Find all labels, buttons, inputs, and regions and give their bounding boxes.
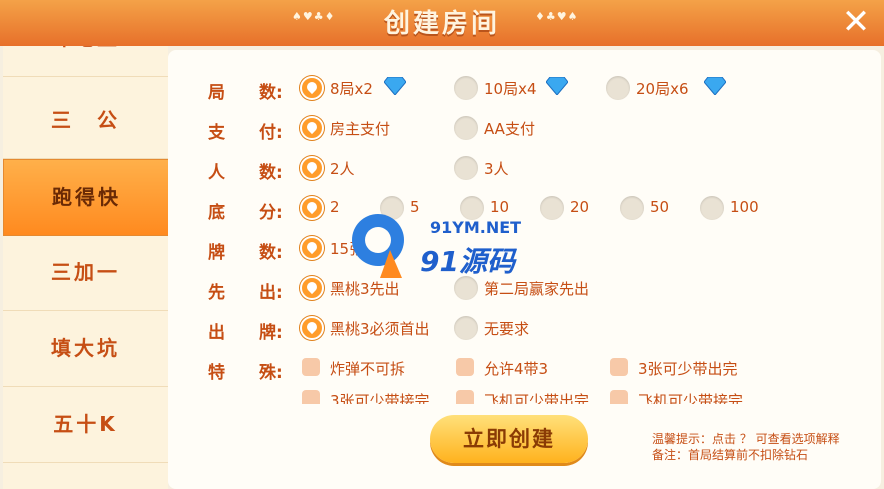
close-icon[interactable]: ✕ [838, 4, 874, 40]
radio-play-none[interactable] [454, 316, 478, 340]
label-base: 底 分: [208, 203, 283, 223]
label-rounds: 局 数: [208, 83, 283, 103]
option-four-three: 允许4带3 [484, 360, 549, 378]
label-play: 出 牌: [208, 323, 283, 343]
label-special: 特 殊: [208, 363, 283, 383]
radio-pay-owner[interactable] [300, 116, 324, 140]
radio-first-spade3[interactable] [300, 276, 324, 300]
radio-cards-15[interactable] [300, 236, 324, 260]
option-plane-out: 飞机可少带出完 [484, 392, 590, 404]
option-base-20: 20 [570, 198, 590, 216]
radio-rounds-10[interactable] [454, 76, 478, 100]
sidebar-item-wushik[interactable]: 五十K [3, 387, 168, 463]
option-pay-owner: 房主支付 [330, 120, 391, 138]
watermark: 91YM.NET 91源码 [340, 210, 540, 280]
sidebar-item-doudizhu[interactable]: 斗地主 [3, 46, 168, 77]
diamond-icon [384, 77, 406, 95]
radio-base-20[interactable] [540, 196, 564, 220]
radio-play-spade3[interactable] [300, 316, 324, 340]
radio-rounds-20[interactable] [606, 76, 630, 100]
option-rounds-10: 10局x4 [484, 80, 537, 98]
option-three-follow: 3张可少带接完 [330, 392, 430, 404]
radio-base-2[interactable] [300, 196, 324, 220]
checkbox-three-follow[interactable] [302, 390, 320, 404]
create-room-button[interactable]: 立即创建 [430, 415, 588, 463]
hint-note: 备注：首局结算前不扣除钻石 [652, 448, 809, 462]
game-sidebar: 斗地主 三 公 跑得快 三加一 填大坑 五十K [3, 46, 168, 489]
hint-tip: 温馨提示：点击 ？ 可查看选项解释 [652, 432, 840, 446]
option-base-2: 2 [330, 198, 340, 216]
option-players-2: 2人 [330, 160, 355, 178]
checkbox-plane-follow[interactable] [610, 390, 628, 404]
diamond-icon [546, 77, 568, 95]
option-base-100: 100 [730, 198, 759, 216]
checkbox-plane-out[interactable] [456, 390, 474, 404]
option-players-3: 3人 [484, 160, 509, 178]
option-bomb: 炸弹不可拆 [330, 360, 406, 378]
sidebar-item-sangong[interactable]: 三 公 [3, 83, 168, 159]
watermark-domain: 91YM.NET [430, 218, 522, 237]
label-players: 人 数: [208, 163, 283, 183]
page-title: 创建房间 [383, 9, 500, 39]
special-row-2: 3张可少带接完 飞机可少带出完 飞机可少带接完 [300, 390, 780, 404]
label-cards: 牌 数: [208, 243, 283, 263]
watermark-brand: 91源码 [420, 245, 515, 278]
checkbox-three-out[interactable] [610, 358, 628, 376]
label-pay: 支 付: [208, 123, 283, 143]
sidebar-item-paodekuai[interactable]: 跑得快 [3, 159, 168, 236]
radio-rounds-8[interactable] [300, 76, 324, 100]
option-pay-aa: AA支付 [484, 120, 535, 138]
watermark-logo-icon [352, 214, 404, 278]
sidebar-item-tiandakeng[interactable]: 填大坑 [3, 311, 168, 387]
option-rounds-20: 20局x6 [636, 80, 689, 98]
radio-players-2[interactable] [300, 156, 324, 180]
checkbox-bomb[interactable] [302, 358, 320, 376]
radio-pay-aa[interactable] [454, 116, 478, 140]
option-base-50: 50 [650, 198, 670, 216]
radio-base-50[interactable] [620, 196, 644, 220]
option-first-winner: 第二局赢家先出 [484, 280, 590, 298]
option-plane-follow: 飞机可少带接完 [638, 392, 744, 404]
diamond-icon [704, 77, 726, 95]
radio-base-100[interactable] [700, 196, 724, 220]
option-first-spade3: 黑桃3先出 [330, 280, 400, 298]
option-play-spade3: 黑桃3必须首出 [330, 320, 430, 338]
label-first: 先 出: [208, 283, 283, 303]
option-rounds-8: 8局x2 [330, 80, 373, 98]
option-play-none: 无要求 [484, 320, 530, 338]
radio-players-3[interactable] [454, 156, 478, 180]
sidebar-item-sanjiayi[interactable]: 三加一 [3, 235, 168, 311]
option-three-out: 3张可少带出完 [638, 360, 738, 378]
checkbox-four-three[interactable] [456, 358, 474, 376]
